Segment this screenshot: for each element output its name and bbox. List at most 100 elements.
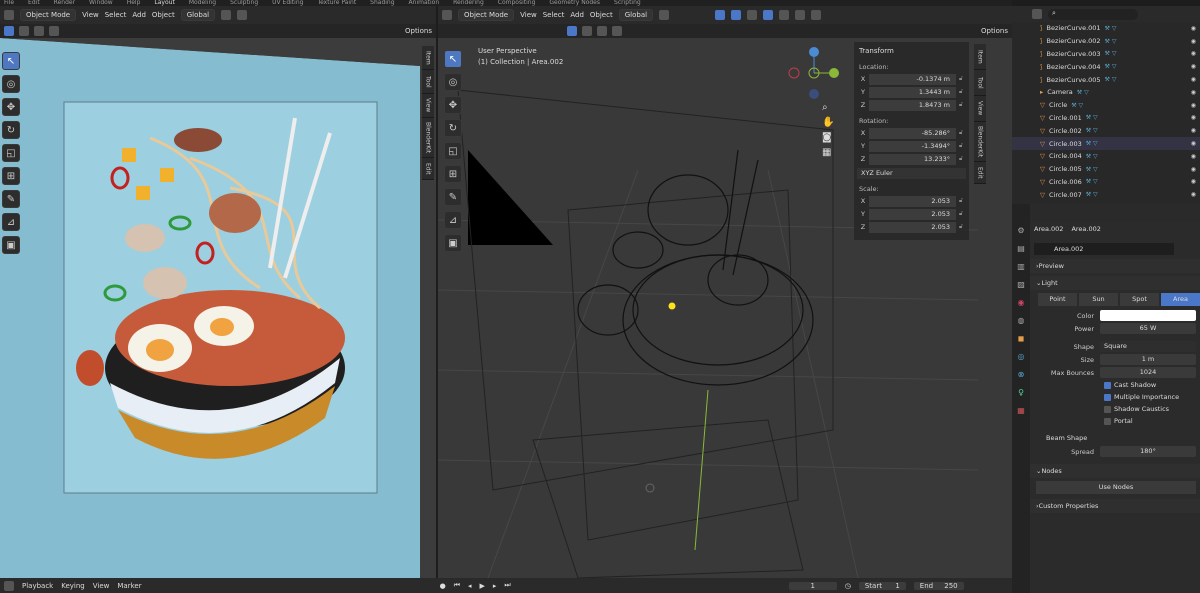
select-mode-icon[interactable] [582, 26, 592, 36]
measure-tool-icon[interactable]: ⊿ [2, 213, 20, 231]
select-mode-icon[interactable] [49, 26, 59, 36]
scale-tool-icon[interactable]: ◱ [444, 142, 462, 160]
add-cube-tool-icon[interactable]: ▣ [444, 234, 462, 252]
outliner-item[interactable]: ⟆ BezierCurve.002 ⚒ ▽ ◉ [1012, 35, 1200, 48]
object-tab-icon[interactable]: ◼ [1018, 334, 1025, 343]
outliner-item[interactable]: ▽ Circle.006 ⚒ ▽ ◉ [1012, 176, 1200, 189]
lock-icon[interactable]: 🔓︎ [956, 223, 966, 231]
current-frame-field[interactable]: 1 [788, 581, 837, 590]
shape-select[interactable]: Square [1100, 341, 1196, 352]
visibility-eye-icon[interactable]: ◉ [1191, 63, 1196, 70]
rotation-field[interactable]: -1.3494° [869, 140, 956, 152]
tab-view[interactable]: View [974, 96, 986, 122]
transform-tool-icon[interactable]: ⊞ [444, 165, 462, 183]
rotation-field[interactable]: -85.286° [869, 127, 956, 139]
physics-tab-icon[interactable]: ◎ [1018, 352, 1025, 361]
outliner-item[interactable]: ▽ Circle.002 ⚒ ▽ ◉ [1012, 124, 1200, 137]
select-tool-icon[interactable]: ↖ [2, 52, 20, 70]
menu-view[interactable]: View [520, 11, 537, 19]
display-mode-icon[interactable] [1032, 9, 1042, 19]
play-icon[interactable]: ▶ [480, 582, 485, 590]
tab-item[interactable]: Item [422, 46, 434, 70]
portal-checkbox[interactable]: Portal [1030, 415, 1200, 427]
measure-tool-icon[interactable]: ⊿ [444, 211, 462, 229]
outliner-item[interactable]: ▸ Camera ⚒ ▽ ◉ [1012, 86, 1200, 99]
move-tool-icon[interactable]: ✥ [444, 96, 462, 114]
jump-start-icon[interactable]: ⏮ [454, 581, 460, 590]
rotate-tool-icon[interactable]: ↻ [444, 119, 462, 137]
tab-tool[interactable]: Tool [974, 70, 986, 96]
scale-field[interactable]: 2.053 [869, 208, 956, 220]
lock-icon[interactable]: 🔓︎ [956, 101, 966, 109]
rotation-mode-select[interactable]: XYZ Euler [857, 167, 966, 179]
select-tool-icon[interactable]: ↖ [444, 50, 462, 68]
move-tool-icon[interactable]: ✥ [2, 98, 20, 116]
annotate-tool-icon[interactable]: ✎ [2, 190, 20, 208]
cursor-tool-icon[interactable]: ◎ [444, 73, 462, 91]
annotate-tool-icon[interactable]: ✎ [444, 188, 462, 206]
light-type-point[interactable]: Point [1038, 293, 1077, 306]
location-field[interactable]: 1.8473 m [869, 99, 956, 111]
orientation-select[interactable]: Global [180, 9, 216, 21]
outliner-item[interactable]: ⟆ BezierCurve.005 ⚒ ▽ ◉ [1012, 73, 1200, 86]
outliner-item[interactable]: ⟆ BezierCurve.001 ⚒ ▽ ◉ [1012, 22, 1200, 35]
nodes-panel[interactable]: ⌄ Nodes [1030, 464, 1200, 478]
editor-type-icon[interactable] [4, 580, 14, 591]
lock-icon[interactable]: 🔓︎ [956, 88, 966, 96]
wireframe-shading-icon[interactable] [763, 10, 774, 20]
proportional-icon[interactable] [237, 10, 248, 20]
datablock-field[interactable]: Area.002 [1034, 243, 1174, 255]
view-layer-tab-icon[interactable]: ▨ [1017, 280, 1025, 289]
lock-icon[interactable]: 🔓︎ [956, 210, 966, 218]
preview-panel[interactable]: › Preview [1030, 259, 1200, 273]
snap-icon[interactable] [659, 10, 670, 20]
tab-edit[interactable]: Edit [974, 162, 986, 184]
light-panel[interactable]: ⌄ Light [1030, 276, 1200, 290]
select-mode-icon[interactable] [612, 26, 622, 36]
light-type-sun[interactable]: Sun [1079, 293, 1118, 306]
scale-field[interactable]: 2.053 [869, 195, 956, 207]
menu-object[interactable]: Object [590, 11, 613, 19]
outliner-item[interactable]: ▽ Circle.005 ⚒ ▽ ◉ [1012, 163, 1200, 176]
visibility-eye-icon[interactable]: ◉ [1191, 191, 1196, 198]
render-tab-icon[interactable]: ▤ [1017, 244, 1025, 253]
tab-edit[interactable]: Edit [422, 158, 434, 180]
menu-object[interactable]: Object [152, 11, 175, 19]
tab-view[interactable]: View [422, 94, 434, 118]
outliner-item[interactable]: ▽ Circle ⚒ ▽ ◉ [1012, 99, 1200, 112]
shadow-caustics-checkbox[interactable]: Shadow Caustics [1030, 403, 1200, 415]
select-mode-icon[interactable] [597, 26, 607, 36]
visibility-eye-icon[interactable]: ◉ [1191, 25, 1196, 32]
left-viewport-canvas[interactable] [0, 38, 436, 578]
mode-select[interactable]: Object Mode [458, 9, 515, 21]
outliner-item[interactable]: ▽ Circle.007 ⚒ ▽ ◉ [1012, 188, 1200, 201]
visibility-eye-icon[interactable]: ◉ [1191, 127, 1196, 134]
cast-shadow-checkbox[interactable]: Cast Shadow [1030, 379, 1200, 391]
next-key-icon[interactable]: ▸ [493, 582, 497, 590]
max-bounces-field[interactable]: 1024 [1100, 367, 1196, 378]
editor-type-icon[interactable] [4, 10, 14, 20]
custom-properties-panel[interactable]: › Custom Properties [1030, 499, 1200, 513]
use-nodes-button[interactable]: Use Nodes [1036, 481, 1196, 494]
tab-blenderkit[interactable]: BlenderKit [974, 122, 986, 162]
outliner-item[interactable]: ▽ Circle.001 ⚒ ▽ ◉ [1012, 112, 1200, 125]
multiple-importance-checkbox[interactable]: Multiple Importance [1030, 391, 1200, 403]
mode-select[interactable]: Object Mode [20, 9, 77, 21]
visibility-eye-icon[interactable]: ◉ [1191, 178, 1196, 185]
visibility-eye-icon[interactable]: ◉ [1191, 38, 1196, 45]
rotation-field[interactable]: 13.233° [869, 153, 956, 165]
lock-icon[interactable]: 🔓︎ [956, 129, 966, 137]
keying-menu[interactable]: Keying [61, 582, 85, 590]
marker-menu[interactable]: Marker [117, 582, 141, 590]
location-field[interactable]: -0.1374 m [869, 73, 956, 85]
menu-add[interactable]: Add [132, 11, 146, 19]
render-shading-icon[interactable] [811, 10, 822, 20]
add-cube-tool-icon[interactable]: ▣ [2, 236, 20, 254]
visibility-eye-icon[interactable]: ◉ [1191, 166, 1196, 173]
output-tab-icon[interactable]: ▥ [1017, 262, 1025, 271]
rotate-tool-icon[interactable]: ↻ [2, 121, 20, 139]
location-field[interactable]: 1.3443 m [869, 86, 956, 98]
outliner-search-input[interactable]: ⌕ [1048, 8, 1138, 20]
pan-hand-icon[interactable]: ✋ [822, 117, 834, 128]
light-type-spot[interactable]: Spot [1120, 293, 1159, 306]
